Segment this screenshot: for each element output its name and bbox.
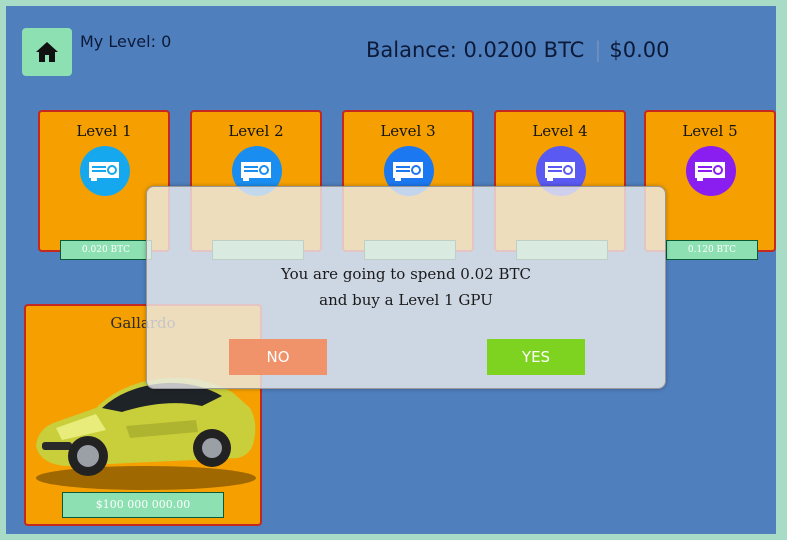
home-icon: [36, 42, 58, 62]
dialog-message-line1: You are going to spend 0.02 BTC: [281, 265, 531, 283]
my-level-text: My Level: 0: [80, 32, 172, 51]
purchase-confirm-dialog: You are going to spend 0.02 BTC and buy …: [146, 186, 666, 389]
level-card-title: Level 2: [228, 122, 284, 140]
balance-separator: |: [594, 38, 602, 62]
level-card-title: Level 3: [380, 122, 436, 140]
no-button[interactable]: NO: [229, 339, 327, 375]
level-price-tag: 0.120 BTC: [666, 240, 758, 260]
level-price-tag: 0.020 BTC: [60, 240, 152, 260]
level-card-title: Level 1: [76, 122, 132, 140]
yes-button[interactable]: YES: [487, 339, 585, 375]
balance-btc: Balance: 0.0200 BTC: [366, 38, 585, 62]
balance-usd: $0.00: [609, 38, 670, 62]
balance-display: Balance: 0.0200 BTC | $0.00: [366, 38, 670, 62]
car-price-tag: $100 000 000.00: [62, 492, 224, 518]
dialog-message-line2: and buy a Level 1 GPU: [319, 291, 493, 309]
gpu-icon: [80, 146, 130, 196]
level-card-title: Level 5: [682, 122, 738, 140]
level-card-title: Level 4: [532, 122, 588, 140]
game-area: My Level: 0 Balance: 0.0200 BTC | $0.00 Le…: [6, 6, 776, 534]
home-button[interactable]: [22, 28, 72, 76]
gpu-icon: [686, 146, 736, 196]
